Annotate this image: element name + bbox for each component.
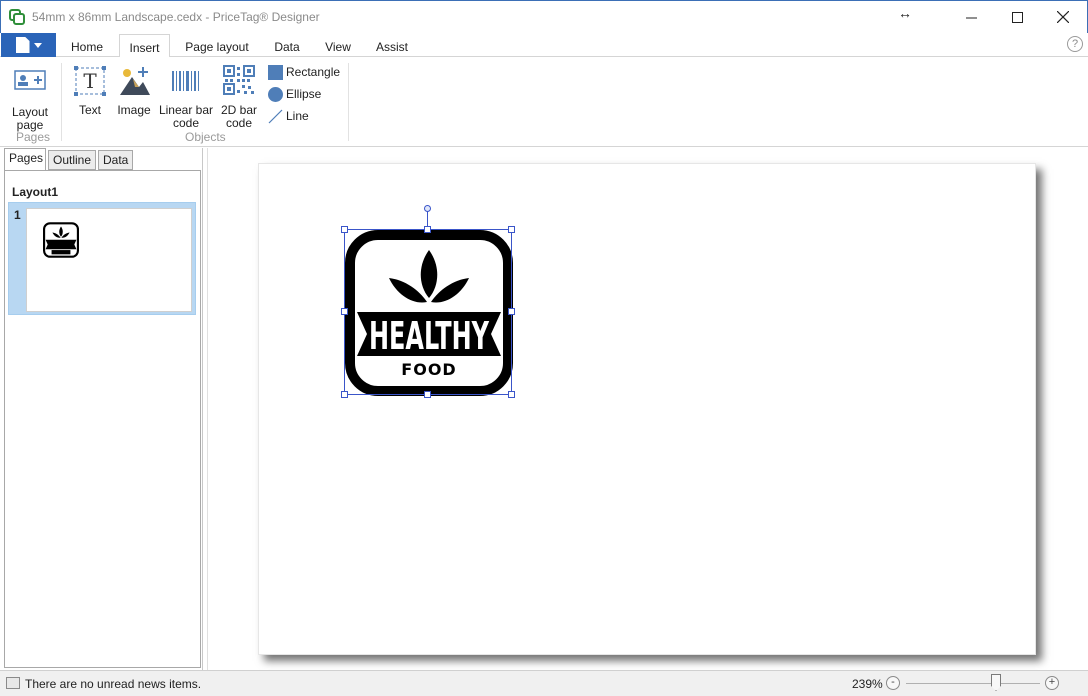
tab-data[interactable]: Data (266, 33, 308, 58)
zoom-slider-track[interactable] (906, 683, 1040, 684)
insert-image-button[interactable]: Image (115, 65, 153, 117)
group-separator (61, 63, 62, 141)
resize-handle-n[interactable] (424, 226, 431, 233)
layout-page-button[interactable]: Layout page (8, 67, 52, 132)
layout-name: Layout1 (12, 185, 59, 199)
resize-handle-w[interactable] (341, 308, 348, 315)
pages-list: Layout1 1 (4, 170, 201, 668)
pages-group-label: Pages (16, 130, 51, 144)
linear-barcode-icon (172, 71, 199, 91)
help-icon[interactable]: ? (1067, 36, 1083, 52)
dropdown-arrow-icon (33, 42, 42, 48)
healthy-food-logo-thumbnail (43, 222, 79, 258)
ribbon-insert-panel: Layout page Pages T Text Image Linear ba… (0, 57, 1088, 147)
resize-handle-nw[interactable] (341, 226, 348, 233)
page-thumbnail-item[interactable]: 1 (8, 202, 196, 315)
news-icon[interactable] (6, 677, 20, 689)
selection-box (344, 229, 512, 395)
tab-page-layout[interactable]: Page layout (178, 33, 256, 58)
resize-handle-ne[interactable] (508, 226, 515, 233)
line-label: Line (286, 109, 309, 123)
tab-view[interactable]: View (318, 33, 358, 58)
image-label: Image (117, 103, 151, 117)
design-canvas[interactable]: HEALTHY FOOD (207, 148, 1087, 670)
line-icon (268, 109, 283, 123)
rotation-handle[interactable] (424, 205, 431, 212)
maximize-icon (1011, 11, 1023, 23)
page-number: 1 (14, 208, 21, 222)
tab-home[interactable]: Home (62, 33, 112, 58)
title-bar: 54mm x 86mm Landscape.cedx - PriceTag® D… (0, 0, 1088, 33)
zoom-slider-thumb[interactable] (991, 674, 1001, 691)
objects-group-label: Objects (185, 130, 226, 144)
window-title: 54mm x 86mm Landscape.cedx - PriceTag® D… (32, 10, 320, 24)
status-bar: There are no unread news items. 239% - + (0, 670, 1088, 696)
resize-handle-se[interactable] (508, 391, 515, 398)
insert-linear-barcode-button[interactable]: Linear bar code (157, 65, 215, 130)
insert-ellipse-button[interactable]: Ellipse (268, 85, 321, 103)
linear-barcode-label-2: code (172, 116, 200, 130)
insert-rectangle-button[interactable]: Rectangle (268, 63, 340, 81)
rectangle-label: Rectangle (286, 65, 341, 79)
resize-handle-sw[interactable] (341, 391, 348, 398)
qr-code-icon (223, 65, 255, 95)
tab-insert[interactable]: Insert (119, 34, 170, 58)
rectangle-icon (268, 64, 283, 80)
panel-tab-data[interactable]: Data (98, 150, 133, 170)
panel-tab-pages[interactable]: Pages (4, 148, 46, 171)
ellipse-label: Ellipse (286, 87, 322, 101)
ribbon-tabs: Home Insert Page layout Data View Assist… (0, 33, 1088, 58)
layout-page-icon (14, 70, 46, 90)
insert-text-button[interactable]: T Text (71, 65, 109, 117)
maximize-button[interactable] (994, 1, 1040, 33)
text-label: Text (78, 103, 101, 117)
document-icon (15, 37, 30, 53)
image-icon (120, 67, 150, 95)
ellipse-icon (268, 86, 283, 102)
insert-line-button[interactable]: Line (268, 107, 309, 125)
insert-2d-barcode-button[interactable]: 2D bar code (218, 63, 260, 130)
zoom-out-button[interactable]: - (886, 676, 900, 690)
pages-panel: Pages Outline Data Layout1 1 (1, 148, 203, 670)
file-menu-button[interactable] (1, 33, 56, 57)
close-button[interactable] (1040, 1, 1086, 33)
resize-arrows-icon[interactable]: ↔ (898, 5, 912, 21)
news-status: There are no unread news items. (25, 677, 202, 691)
tab-assist[interactable]: Assist (369, 33, 415, 58)
resize-handle-s[interactable] (424, 391, 431, 398)
2d-barcode-label-2: code (225, 116, 253, 130)
text-icon: T (74, 66, 106, 96)
group-separator (348, 63, 349, 141)
svg-text:T: T (83, 69, 97, 93)
app-icon (9, 9, 25, 25)
zoom-in-button[interactable]: + (1045, 676, 1059, 690)
close-icon (1057, 11, 1069, 23)
zoom-level: 239% (852, 677, 883, 691)
minimize-button[interactable] (948, 1, 994, 33)
resize-handle-e[interactable] (508, 308, 515, 315)
panel-tab-outline[interactable]: Outline (48, 150, 96, 170)
minimize-icon (965, 17, 977, 18)
page-thumbnail (26, 208, 192, 312)
